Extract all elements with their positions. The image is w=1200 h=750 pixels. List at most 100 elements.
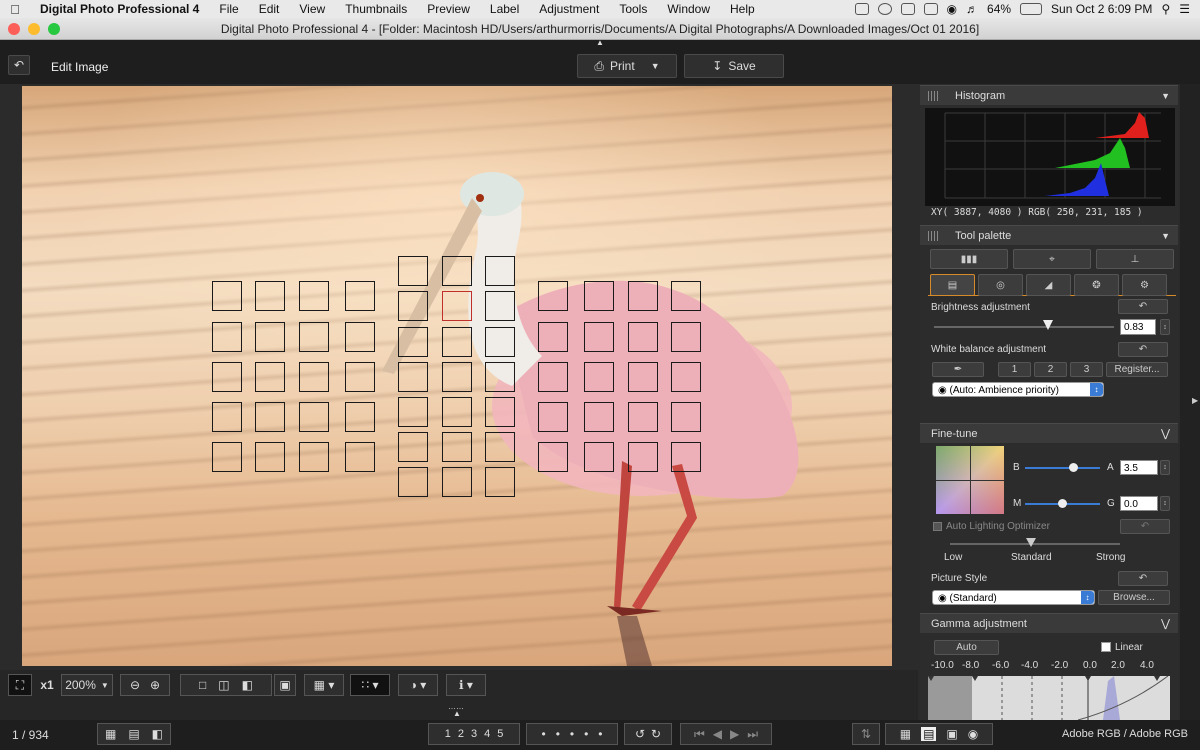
menu-adjustment[interactable]: Adjustment — [529, 2, 609, 16]
gamma-auto-button[interactable]: Auto — [934, 640, 999, 655]
double-chevron-icon[interactable]: ⋁ — [1161, 424, 1170, 444]
chevron-down-icon[interactable]: ▼ — [651, 61, 660, 71]
app-menu[interactable]: Digital Photo Professional 4 — [30, 2, 209, 16]
rotate-left-icon[interactable]: ↺ — [635, 727, 645, 741]
thumbnail-grid-icon[interactable]: ▦ — [105, 727, 116, 741]
zoom-window-button[interactable] — [48, 23, 60, 35]
stamp-tool-button[interactable]: ⊥ — [1096, 249, 1174, 269]
search-icon[interactable]: ⚲ — [1161, 2, 1170, 16]
menu-edit[interactable]: Edit — [249, 2, 290, 16]
brightness-reset-button[interactable]: ↶ — [1118, 299, 1168, 314]
grip-icon[interactable] — [928, 231, 938, 241]
close-window-button[interactable] — [8, 23, 20, 35]
print-button[interactable]: ⎙ Print ▼ — [577, 54, 677, 78]
grip-icon[interactable] — [928, 91, 938, 101]
tab-tone[interactable]: ◎ — [978, 274, 1023, 296]
brightness-stepper[interactable]: ↕ — [1160, 319, 1170, 335]
ab-slider-track[interactable] — [1025, 467, 1100, 469]
menu-file[interactable]: File — [209, 2, 248, 16]
wb-eyedropper-button[interactable]: ✒ — [932, 362, 984, 377]
g-value-field[interactable]: 0.0 — [1120, 496, 1158, 511]
rating-5[interactable]: 5 — [497, 728, 503, 740]
filmstrip-icon[interactable]: ▤ — [128, 727, 139, 741]
single-view-icon[interactable]: □ — [199, 678, 206, 692]
chevron-down-icon[interactable]: ▼ — [1161, 86, 1170, 106]
wb-register-button[interactable]: Register... — [1106, 362, 1168, 377]
linear-checkbox[interactable] — [1101, 642, 1111, 652]
back-button[interactable]: ↶ — [8, 55, 30, 75]
brightness-value-field[interactable]: 0.83 — [1120, 319, 1156, 335]
brightness-slider-track[interactable] — [934, 326, 1114, 328]
tool-palette-header[interactable]: Tool palette ▼ — [920, 225, 1178, 245]
basic-adjust-button[interactable]: ▮▮▮ — [930, 249, 1008, 269]
sync-icon[interactable] — [877, 3, 892, 15]
fit-window-button[interactable]: ⛶ — [8, 674, 32, 696]
color-grid[interactable] — [936, 446, 1004, 514]
grid-button[interactable]: ▦ ▾ — [304, 674, 344, 696]
dropbox-icon[interactable] — [923, 3, 938, 15]
label-dot-icon[interactable]: • — [556, 727, 560, 741]
menu-tools[interactable]: Tools — [609, 2, 657, 16]
gamma-graph[interactable] — [928, 675, 1170, 721]
collapse-toolbar-icon[interactable]: ▲ — [596, 38, 604, 47]
brightness-slider-handle[interactable] — [1043, 320, 1053, 330]
alo-reset-button[interactable]: ↶ — [1120, 519, 1170, 534]
gamma-header[interactable]: Gamma adjustment ⋁ — [920, 613, 1178, 633]
g-stepper[interactable]: ↕ — [1160, 496, 1170, 511]
a-value-field[interactable]: 3.5 — [1120, 460, 1158, 475]
next-image-icon[interactable]: ▶ — [730, 727, 739, 741]
picture-style-select[interactable]: ◉ (Standard) ↕ — [932, 590, 1095, 605]
chevron-down-icon[interactable]: ▼ — [1161, 226, 1170, 246]
rotate-right-icon[interactable]: ↻ — [651, 727, 661, 741]
label-dot-icon[interactable]: • — [570, 727, 574, 741]
wifi-icon[interactable]: ◉ — [947, 2, 957, 16]
tab-curve[interactable]: ◢ — [1026, 274, 1071, 296]
menu-preview[interactable]: Preview — [417, 2, 480, 16]
tab-settings[interactable]: ⚙ — [1122, 274, 1167, 296]
expand-panel-icon[interactable]: ▶ — [1192, 396, 1198, 405]
menu-help[interactable]: Help — [720, 2, 765, 16]
zoom-x1-button[interactable]: x1 — [34, 674, 60, 696]
status-app-icon[interactable] — [854, 3, 869, 15]
zoom-level-select[interactable]: 200% ▼ — [61, 674, 113, 696]
tab-basic[interactable]: ▤ — [930, 274, 975, 296]
panel-layout-icon[interactable]: ◧ — [152, 727, 163, 741]
af-point-button[interactable]: ∷ ▾ — [350, 674, 390, 696]
wb-mode-select[interactable]: ◉ (Auto: Ambience priority) ↕ — [932, 382, 1104, 397]
first-image-icon[interactable]: ⏮ — [694, 727, 705, 742]
wb-preset-3[interactable]: 3 — [1070, 362, 1103, 377]
label-dot-icon[interactable]: • — [584, 727, 588, 741]
last-image-icon[interactable]: ⏭ — [747, 727, 758, 742]
rating-2[interactable]: 2 — [458, 728, 464, 740]
overlay-toggle[interactable]: ▣ — [274, 674, 296, 696]
prev-image-icon[interactable]: ◀ — [713, 727, 722, 741]
battery-icon[interactable] — [1020, 3, 1043, 15]
info-button[interactable]: ℹ ▾ — [446, 674, 486, 696]
menu-label[interactable]: Label — [480, 2, 529, 16]
split-vertical-icon[interactable]: ◧ — [242, 678, 253, 692]
zoom-out-icon[interactable]: ⊖ — [130, 678, 140, 692]
wb-preset-2[interactable]: 2 — [1034, 362, 1067, 377]
label-dot-icon[interactable]: • — [598, 727, 602, 741]
alo-slider-handle[interactable] — [1026, 538, 1036, 547]
rating-3[interactable]: 3 — [471, 728, 477, 740]
histogram-header[interactable]: Histogram ▼ — [920, 85, 1178, 105]
zoom-in-icon[interactable]: ⊕ — [150, 678, 160, 692]
histogram-panel-icon[interactable]: ▦ — [900, 727, 911, 741]
clock[interactable]: Sun Oct 2 6:09 PM — [1051, 2, 1152, 16]
extension-icon[interactable] — [900, 3, 915, 15]
rating-4[interactable]: 4 — [484, 728, 490, 740]
alo-checkbox[interactable] — [933, 522, 942, 531]
expand-up-icon[interactable]: ▲ — [453, 709, 461, 718]
minimize-window-button[interactable] — [28, 23, 40, 35]
highlight-alert-button[interactable]: ◑ ▾ — [398, 674, 438, 696]
menu-list-icon[interactable]: ☰ — [1179, 2, 1190, 16]
crop-tool-button[interactable]: ⌖ — [1013, 249, 1091, 269]
apple-icon[interactable]:  — [0, 2, 30, 17]
browse-button[interactable]: Browse... — [1098, 590, 1170, 605]
sort-button[interactable]: ⇅ — [852, 723, 880, 745]
wb-preset-1[interactable]: 1 — [998, 362, 1031, 377]
a-stepper[interactable]: ↕ — [1160, 460, 1170, 475]
label-dot-icon[interactable]: • — [541, 727, 545, 741]
mg-slider-knob[interactable] — [1058, 499, 1067, 508]
